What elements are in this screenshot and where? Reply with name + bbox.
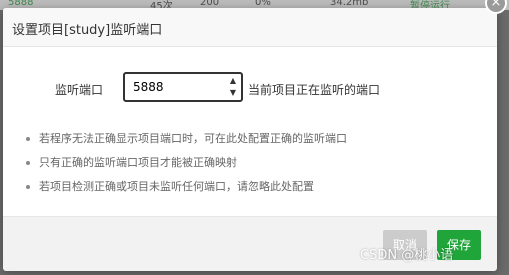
- tip-item: 若项目检测正确或项目未监听任何端口，请忽略此处配置: [23, 180, 347, 204]
- bg-cell-memory: 34.2mb: [330, 0, 369, 8]
- port-row: 监听端口 ▲ ▼ 当前项目正在监听的端口: [3, 72, 497, 102]
- port-hint: 当前项目正在监听的端口: [248, 83, 381, 97]
- port-label: 监听端口: [55, 83, 104, 97]
- watermark: CSDN @桃小语: [360, 248, 454, 263]
- port-stepper[interactable]: ▲ ▼: [227, 75, 239, 99]
- dialog-titlebar: 设置项目[study]监听端口: [3, 8, 497, 47]
- bg-cell-cpu: 0%: [255, 0, 271, 8]
- bg-cell-port: 5888: [8, 0, 34, 8]
- tip-item: 若程序无法正确显示项目端口时，可在此处配置正确的监听端口: [23, 132, 347, 156]
- tips-list: 若程序无法正确显示项目端口时，可在此处配置正确的监听端口 只有正确的监听端口项目…: [23, 132, 347, 204]
- bg-cell-code: 200: [200, 0, 220, 8]
- stepper-up-icon[interactable]: ▲: [227, 75, 239, 87]
- port-input[interactable]: [123, 72, 243, 102]
- tip-item: 只有正确的监听端口项目才能被正确映射: [23, 156, 347, 180]
- stepper-down-icon[interactable]: ▼: [227, 87, 239, 99]
- dialog-title: 设置项目[study]监听端口: [12, 23, 163, 38]
- port-settings-dialog: 设置项目[study]监听端口 监听端口 ▲ ▼ 当前项目正在监听的端口 若程序…: [3, 8, 497, 271]
